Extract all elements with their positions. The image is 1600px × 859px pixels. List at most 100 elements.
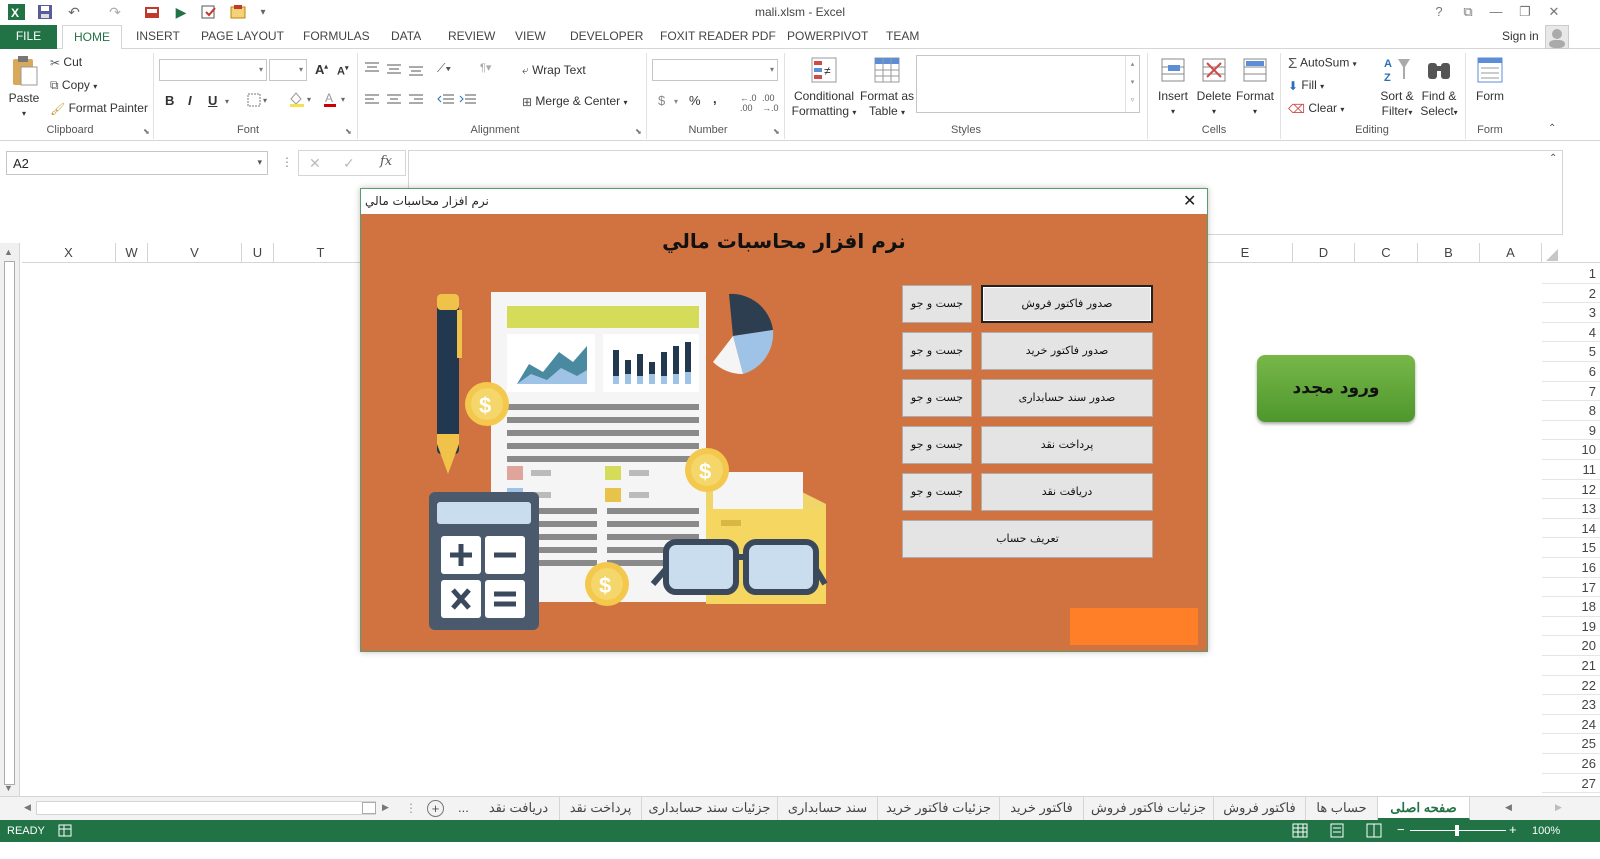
row-header[interactable]: 7 bbox=[1542, 382, 1600, 402]
align-bottom-icon[interactable] bbox=[408, 61, 424, 80]
sheet-tab[interactable]: پرداخت نقد bbox=[560, 797, 642, 820]
formula-bar-menu-icon[interactable]: ⋮ bbox=[281, 155, 293, 169]
user-avatar-icon[interactable] bbox=[1545, 25, 1569, 49]
align-center-icon[interactable] bbox=[386, 93, 402, 110]
ribbon-display-icon[interactable]: ⧉ bbox=[1457, 2, 1479, 22]
fill-button[interactable]: ⬇ Fill ▾ bbox=[1288, 78, 1324, 93]
column-header[interactable]: T bbox=[274, 243, 368, 263]
row-header[interactable]: 12 bbox=[1542, 480, 1600, 500]
orientation-icon[interactable]: ⟋▾ bbox=[437, 61, 451, 76]
align-right-icon[interactable] bbox=[408, 93, 424, 110]
row-header[interactable]: 6 bbox=[1542, 362, 1600, 382]
tab-review[interactable]: REVIEW bbox=[442, 25, 501, 49]
number-format-combo[interactable]: ▾ bbox=[652, 59, 778, 81]
search-button[interactable]: جست و جو bbox=[902, 473, 972, 511]
row-header[interactable]: 21 bbox=[1542, 656, 1600, 676]
row-header[interactable]: 27 bbox=[1542, 774, 1600, 794]
column-header[interactable]: D bbox=[1293, 243, 1355, 263]
row-header[interactable]: 19 bbox=[1542, 617, 1600, 637]
column-header[interactable]: W bbox=[116, 243, 148, 263]
sheet-tab[interactable]: حساب ها bbox=[1306, 797, 1378, 820]
comma-button[interactable]: , bbox=[713, 91, 717, 106]
rtl-icon[interactable]: ¶▾ bbox=[480, 61, 491, 74]
borders-icon[interactable]: ▾ bbox=[247, 93, 271, 110]
clear-button[interactable]: ⌫ Clear ▾ bbox=[1288, 101, 1344, 116]
row-header[interactable]: 3 bbox=[1542, 303, 1600, 323]
expand-formula-icon[interactable]: ⌃ bbox=[1549, 153, 1557, 164]
alignment-dialog-launcher-icon[interactable]: ⬊ bbox=[635, 127, 642, 136]
row-header[interactable]: 16 bbox=[1542, 558, 1600, 578]
underline-dropdown-icon[interactable]: ▾ bbox=[225, 97, 229, 106]
splitter-icon[interactable]: ⋮ bbox=[405, 801, 417, 815]
cancel-entry-icon[interactable]: ✕ bbox=[309, 155, 321, 172]
collapse-ribbon-icon[interactable]: ⌃ bbox=[1548, 123, 1556, 134]
font-dialog-launcher-icon[interactable]: ⬊ bbox=[345, 127, 352, 136]
purchase-invoice-button[interactable]: صدور فاکتور خرید bbox=[981, 332, 1153, 370]
dialog-launcher-icon[interactable]: ⬊ bbox=[143, 127, 150, 136]
sheet-tab[interactable]: فاکتور فروش bbox=[1214, 797, 1306, 820]
tab-view[interactable]: VIEW bbox=[509, 25, 552, 49]
tab-file[interactable]: FILE bbox=[0, 25, 57, 49]
column-header[interactable]: B bbox=[1418, 243, 1480, 263]
sign-in-link[interactable]: Sign in bbox=[1502, 29, 1539, 43]
tab-powerpivot[interactable]: POWERPIVOT bbox=[781, 25, 874, 49]
shrink-font-icon[interactable]: A▾ bbox=[337, 64, 348, 78]
currency-button[interactable]: $ bbox=[658, 93, 665, 108]
row-header[interactable]: 23 bbox=[1542, 695, 1600, 715]
normal-view-icon[interactable] bbox=[1292, 823, 1308, 841]
format-painter-button[interactable]: 🖌 Format Painter bbox=[50, 101, 148, 116]
tab-home[interactable]: HOME bbox=[62, 25, 122, 50]
format-cells-button[interactable]: Format ▾ bbox=[1235, 55, 1275, 119]
row-header[interactable]: 20 bbox=[1542, 636, 1600, 656]
sheet-tab[interactable]: دریافت نقد bbox=[478, 797, 560, 820]
insert-cells-button[interactable]: Insert ▾ bbox=[1153, 55, 1193, 119]
sheet-tab[interactable]: سند حسابداری bbox=[778, 797, 878, 820]
row-header[interactable]: 1 bbox=[1542, 264, 1600, 284]
row-header[interactable]: 17 bbox=[1542, 578, 1600, 598]
define-account-button[interactable]: تعریف حساب bbox=[902, 520, 1153, 558]
row-header[interactable]: 8 bbox=[1542, 401, 1600, 421]
delete-cells-button[interactable]: Delete ▾ bbox=[1194, 55, 1234, 119]
column-header[interactable]: U bbox=[242, 243, 274, 263]
tab-developer[interactable]: DEVELOPER bbox=[564, 25, 649, 49]
fill-color-icon[interactable]: ▾ bbox=[288, 91, 316, 110]
row-header[interactable]: 14 bbox=[1542, 519, 1600, 539]
column-header[interactable]: E bbox=[1197, 243, 1293, 263]
form-button[interactable]: Form bbox=[1470, 55, 1510, 104]
new-sheet-icon[interactable]: + bbox=[427, 800, 444, 817]
confirm-entry-icon[interactable]: ✓ bbox=[343, 155, 355, 172]
scroll-thumb[interactable] bbox=[4, 261, 15, 785]
more-sheets-button[interactable]: ... bbox=[458, 800, 469, 815]
cut-button[interactable]: ✂ Cut bbox=[50, 55, 82, 70]
row-header[interactable]: 22 bbox=[1542, 676, 1600, 696]
bold-button[interactable]: B bbox=[165, 93, 174, 108]
insert-function-icon[interactable]: fx bbox=[380, 154, 392, 169]
column-header[interactable]: V bbox=[148, 243, 242, 263]
horizontal-scroll-thumb[interactable] bbox=[362, 802, 376, 814]
cash-receipt-button[interactable]: دریافت نقد bbox=[981, 473, 1153, 511]
sheet-tab[interactable]: جزئیات سند حسابداری bbox=[642, 797, 778, 820]
column-header[interactable]: X bbox=[22, 243, 116, 263]
merge-center-button[interactable]: ⊞ Merge & Center ▾ bbox=[522, 94, 627, 109]
autosum-button[interactable]: Σ AutoSum ▾ bbox=[1288, 55, 1357, 72]
name-box[interactable]: A2 ▾ bbox=[6, 151, 268, 175]
search-button[interactable]: جست و جو bbox=[902, 332, 972, 370]
page-break-view-icon[interactable] bbox=[1366, 823, 1382, 841]
row-header[interactable]: 25 bbox=[1542, 734, 1600, 754]
sheet-tab[interactable]: جزئیات فاکتور فروش bbox=[1084, 797, 1214, 820]
zoom-in-icon[interactable]: + bbox=[1509, 822, 1517, 837]
zoom-slider-thumb[interactable] bbox=[1455, 825, 1459, 836]
format-as-table-button[interactable]: Format as Table ▾ bbox=[858, 55, 916, 120]
grow-font-icon[interactable]: A▴ bbox=[315, 62, 328, 77]
row-header[interactable]: 10 bbox=[1542, 440, 1600, 460]
close-icon[interactable]: ✕ bbox=[1543, 2, 1565, 22]
align-left-icon[interactable] bbox=[364, 93, 380, 110]
row-header[interactable]: 5 bbox=[1542, 342, 1600, 362]
increase-indent-icon[interactable] bbox=[459, 93, 477, 110]
wrap-text-button[interactable]: ⤶ Wrap Text bbox=[522, 63, 586, 78]
search-button[interactable]: جست و جو bbox=[902, 426, 972, 464]
restore-icon[interactable]: ❐ bbox=[1514, 2, 1536, 22]
sheet-tab[interactable]: فاکتور خرید bbox=[1000, 797, 1084, 820]
sales-invoice-button[interactable]: صدور فاکتور فروش bbox=[981, 285, 1153, 323]
tab-team[interactable]: TEAM bbox=[880, 25, 925, 49]
